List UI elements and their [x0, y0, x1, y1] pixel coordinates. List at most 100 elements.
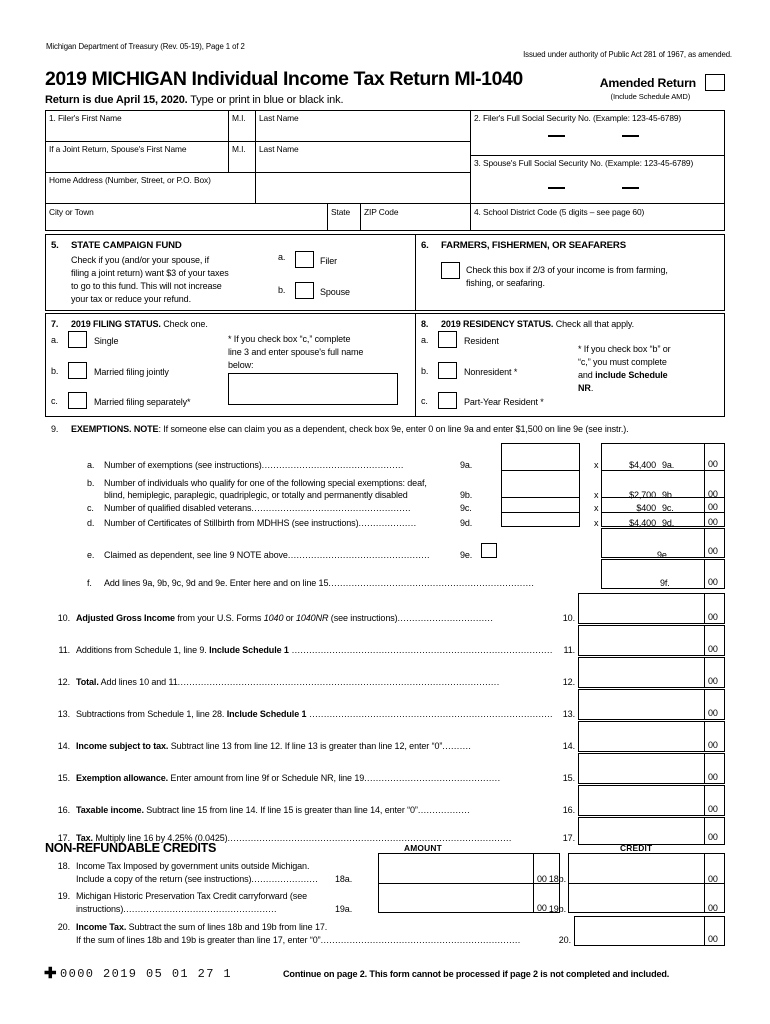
amended-return-checkbox[interactable] [705, 74, 725, 91]
line-12-amount-input[interactable] [580, 659, 702, 686]
line-16-ref: 16. [562, 805, 575, 815]
line-18b-credit-input[interactable] [570, 855, 702, 881]
spouse-ssn-input[interactable] [474, 176, 720, 190]
line-11-amount-input[interactable] [580, 627, 702, 654]
line-15-amount-input[interactable] [580, 755, 702, 782]
exemptions-heading-note: NOTE [133, 424, 159, 434]
exemption-9d-count-input[interactable] [503, 514, 578, 526]
line-10-amount-input[interactable] [580, 595, 702, 622]
exemption-9a-amount-input[interactable] [603, 445, 702, 469]
filer-ssn-input[interactable] [474, 124, 720, 138]
exemption-9e-checkbox[interactable] [481, 543, 497, 558]
due-date-rest: Type or print in blue or black ink. [187, 94, 344, 106]
line-17-amount-input[interactable] [580, 819, 702, 843]
exemption-9a-count-input[interactable] [503, 445, 578, 469]
home-address-input[interactable] [47, 185, 468, 201]
filer-last-name-input[interactable] [257, 122, 468, 139]
residency-option-b-label: Nonresident * [464, 367, 518, 377]
exemptions-number: 9. [51, 424, 59, 434]
line-13-amount-input[interactable] [580, 691, 702, 718]
exemption-9c-amount-input[interactable] [603, 499, 702, 511]
campaign-filer-checkbox[interactable] [295, 251, 314, 268]
line-19a-amount-input[interactable] [380, 886, 531, 912]
line-17-cents: 00 [708, 832, 718, 842]
line-16-amount-input[interactable] [580, 787, 702, 814]
amount-column-header: AMOUNT [404, 843, 442, 853]
exemption-9a-cents: 00 [708, 459, 718, 469]
exemption-9b-amount-input[interactable] [603, 472, 702, 496]
campaign-spouse-checkbox[interactable] [295, 282, 314, 299]
nonrefundable-credits-heading: NON-REFUNDABLE CREDITS [45, 841, 217, 855]
zip-code-input[interactable] [362, 216, 468, 229]
divider [45, 141, 470, 143]
divider [704, 657, 706, 688]
residency-note-line2: “c,” you must complete [578, 357, 667, 367]
exemption-9f-cents: 00 [708, 577, 718, 587]
plus-mark-icon: ✚ [44, 965, 57, 982]
exemption-9b-cents: 00 [708, 489, 718, 499]
due-date-bold: Return is due April 15, 2020. [45, 94, 188, 106]
exemption-9c-cents: 00 [708, 502, 718, 512]
spouse-full-name-input[interactable] [228, 373, 398, 405]
divider [704, 817, 706, 845]
line-12-cents: 00 [708, 676, 718, 686]
line-18-number: 18. [57, 861, 70, 871]
filing-option-c-letter: c. [51, 396, 58, 406]
exemption-9f-amount-input[interactable] [603, 561, 702, 587]
city-or-town-input[interactable] [47, 216, 325, 229]
residency-option-a-letter: a. [421, 335, 429, 345]
exemption-row-a-letter: a. [87, 460, 95, 470]
divider [704, 689, 706, 720]
exemption-9d-amount-input[interactable] [603, 514, 702, 526]
line-16-text: Taxable income. Subtract line 15 from li… [76, 805, 471, 815]
line-15-ref: 15. [562, 773, 575, 783]
exemption-row-d-text: Number of Certificates of Stillbirth fro… [104, 518, 417, 528]
exemption-row-a-ref: 9a. [460, 460, 473, 470]
mi-1040-form-page-1: Michigan Department of Treasury (Rev. 05… [0, 0, 770, 1024]
line-14-amount-input[interactable] [580, 723, 702, 750]
exemption-9e-amount-input[interactable] [603, 530, 702, 556]
campaign-number: 5. [51, 240, 59, 251]
line-11-text: Additions from Schedule 1, line 9. Inclu… [76, 645, 553, 655]
exemption-row-e-ref: 9e. [460, 550, 473, 560]
campaign-option-a-letter: a. [278, 252, 286, 262]
divider [704, 625, 706, 656]
farmers-number: 6. [421, 240, 429, 251]
residency-partyear-checkbox[interactable] [438, 392, 457, 409]
filing-status-single-checkbox[interactable] [68, 331, 87, 348]
line-19b-credit-input[interactable] [570, 886, 702, 912]
school-district-code-input[interactable] [474, 216, 720, 229]
farmers-checkbox[interactable] [441, 262, 460, 279]
filing-status-number: 7. [51, 319, 59, 329]
line-11-number: 11. [58, 645, 70, 655]
spouse-first-name-input[interactable] [47, 153, 226, 170]
line-14-ref: 14. [562, 741, 575, 751]
exemption-row-a-mult: x [594, 460, 599, 470]
campaign-option-b-letter: b. [278, 285, 286, 295]
line-18a-amount-input[interactable] [380, 855, 531, 881]
spouse-mi-input[interactable] [230, 153, 253, 170]
filer-mi-input[interactable] [230, 122, 253, 139]
filing-status-joint-checkbox[interactable] [68, 362, 87, 379]
filing-status-separate-checkbox[interactable] [68, 392, 87, 409]
filer-first-name-input[interactable] [47, 122, 226, 139]
exemption-9b-count-input[interactable] [503, 472, 578, 496]
divider [704, 721, 706, 752]
spouse-last-name-input[interactable] [257, 153, 468, 170]
exemption-row-f-letter: f. [87, 578, 92, 588]
exemption-row-e-letter: e. [87, 550, 95, 560]
residency-resident-checkbox[interactable] [438, 331, 457, 348]
state-input[interactable] [329, 216, 358, 229]
residency-nonresident-checkbox[interactable] [438, 362, 457, 379]
exemption-9e-cents: 00 [708, 546, 718, 556]
line-18a-cents: 00 [537, 874, 547, 884]
line-13-number: 13. [57, 709, 70, 719]
line-18b-cents: 00 [708, 874, 718, 884]
divider [704, 753, 706, 784]
divider [415, 234, 417, 311]
line-19a-cents: 00 [537, 903, 547, 913]
line-14-number: 14. [57, 741, 70, 751]
line-20-credit-input[interactable] [576, 918, 702, 944]
exemption-9c-count-input[interactable] [503, 499, 578, 511]
residency-status-number: 8. [421, 319, 429, 329]
